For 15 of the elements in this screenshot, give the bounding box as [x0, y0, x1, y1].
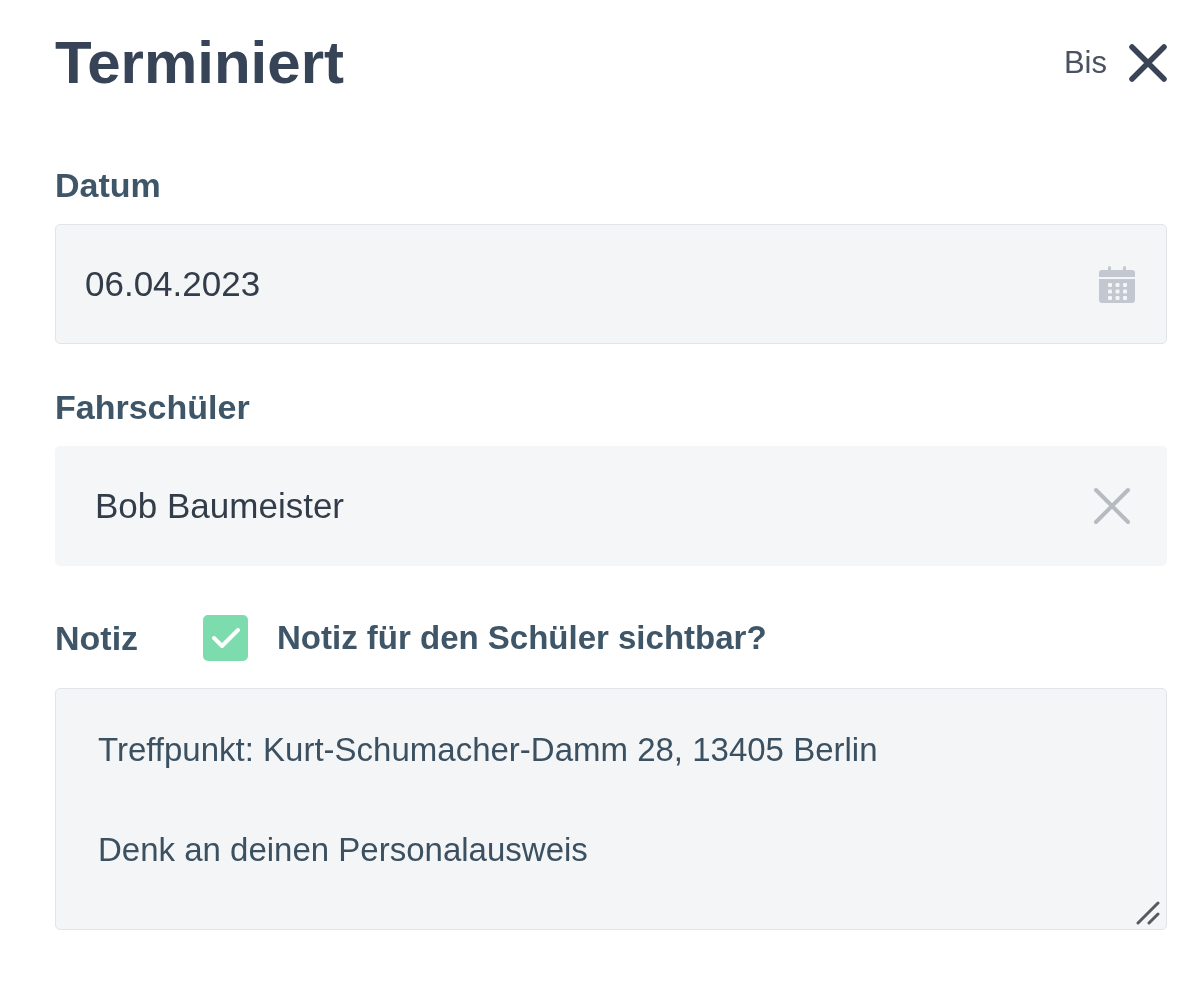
close-icon: [1129, 44, 1167, 82]
check-icon: [210, 627, 241, 649]
resize-handle-icon[interactable]: [1136, 901, 1160, 925]
note-field[interactable]: Treffpunkt: Kurt-Schumacher-Damm 28, 13405 Berlin Denk an deinen Personalausweis: [55, 688, 1167, 930]
field-label: Notiz: [55, 618, 140, 658]
field-label: Fahrschüler: [55, 387, 251, 427]
checkbox-label[interactable]: Notiz für den Schüler sichtbar?: [277, 619, 767, 657]
field-label: Datum: [55, 165, 162, 205]
date-field[interactable]: 06.04.2023: [55, 224, 1167, 344]
calendar-icon: [1099, 265, 1135, 303]
student-select[interactable]: Bob Baumeister: [55, 446, 1167, 566]
until-label: Bis: [1063, 45, 1107, 81]
visibility-checkbox[interactable]: [203, 615, 248, 661]
close-button[interactable]: [1129, 44, 1167, 82]
dialog-title: Terminiert: [55, 28, 344, 98]
